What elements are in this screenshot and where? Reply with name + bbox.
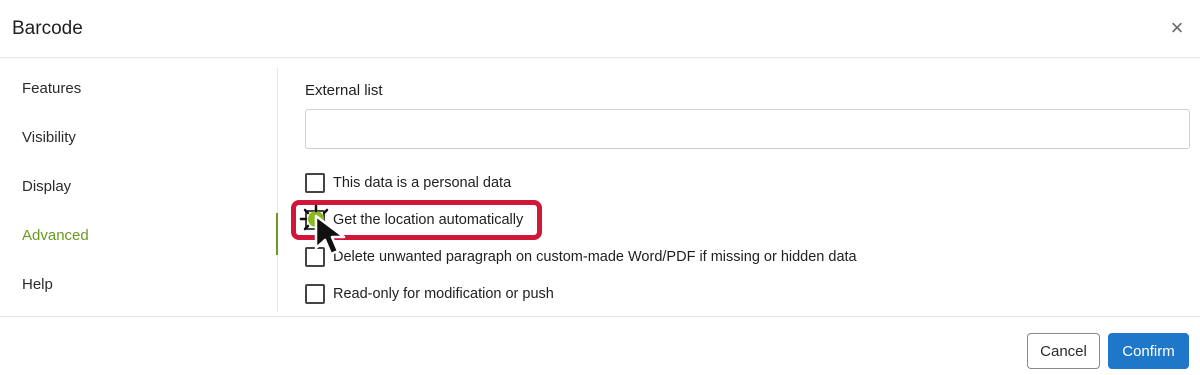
active-item-indicator <box>276 213 278 255</box>
sidebar-item-advanced[interactable]: Advanced <box>22 227 89 244</box>
barcode-dialog: Barcode × Features Visibility Display Ad… <box>0 0 1200 375</box>
highlight-box <box>291 200 542 240</box>
cancel-button[interactable]: Cancel <box>1027 333 1100 369</box>
sidebar-nav: Features Visibility Display Advanced Hel… <box>0 68 278 312</box>
sidebar-item-visibility[interactable]: Visibility <box>22 129 76 146</box>
close-icon[interactable]: × <box>1166 16 1188 40</box>
delete-paragraph-checkbox[interactable] <box>305 247 325 267</box>
dialog-footer: Cancel Confirm <box>0 316 1200 375</box>
external-list-label: External list <box>305 82 383 99</box>
dialog-title: Barcode <box>12 18 83 39</box>
sidebar-item-display[interactable]: Display <box>22 178 71 195</box>
read-only-label: Read-only for modification or push <box>333 286 554 302</box>
delete-paragraph-label: Delete unwanted paragraph on custom-made… <box>333 249 857 265</box>
dialog-header: Barcode × <box>0 0 1200 58</box>
sidebar-item-help[interactable]: Help <box>22 276 53 293</box>
advanced-panel: External list This data is a personal da… <box>279 58 1200 316</box>
external-list-input[interactable] <box>305 109 1190 149</box>
read-only-checkbox[interactable] <box>305 284 325 304</box>
personal-data-label: This data is a personal data <box>333 175 512 191</box>
personal-data-checkbox[interactable] <box>305 173 325 193</box>
sidebar-item-features[interactable]: Features <box>22 80 81 97</box>
confirm-button[interactable]: Confirm <box>1108 333 1189 369</box>
